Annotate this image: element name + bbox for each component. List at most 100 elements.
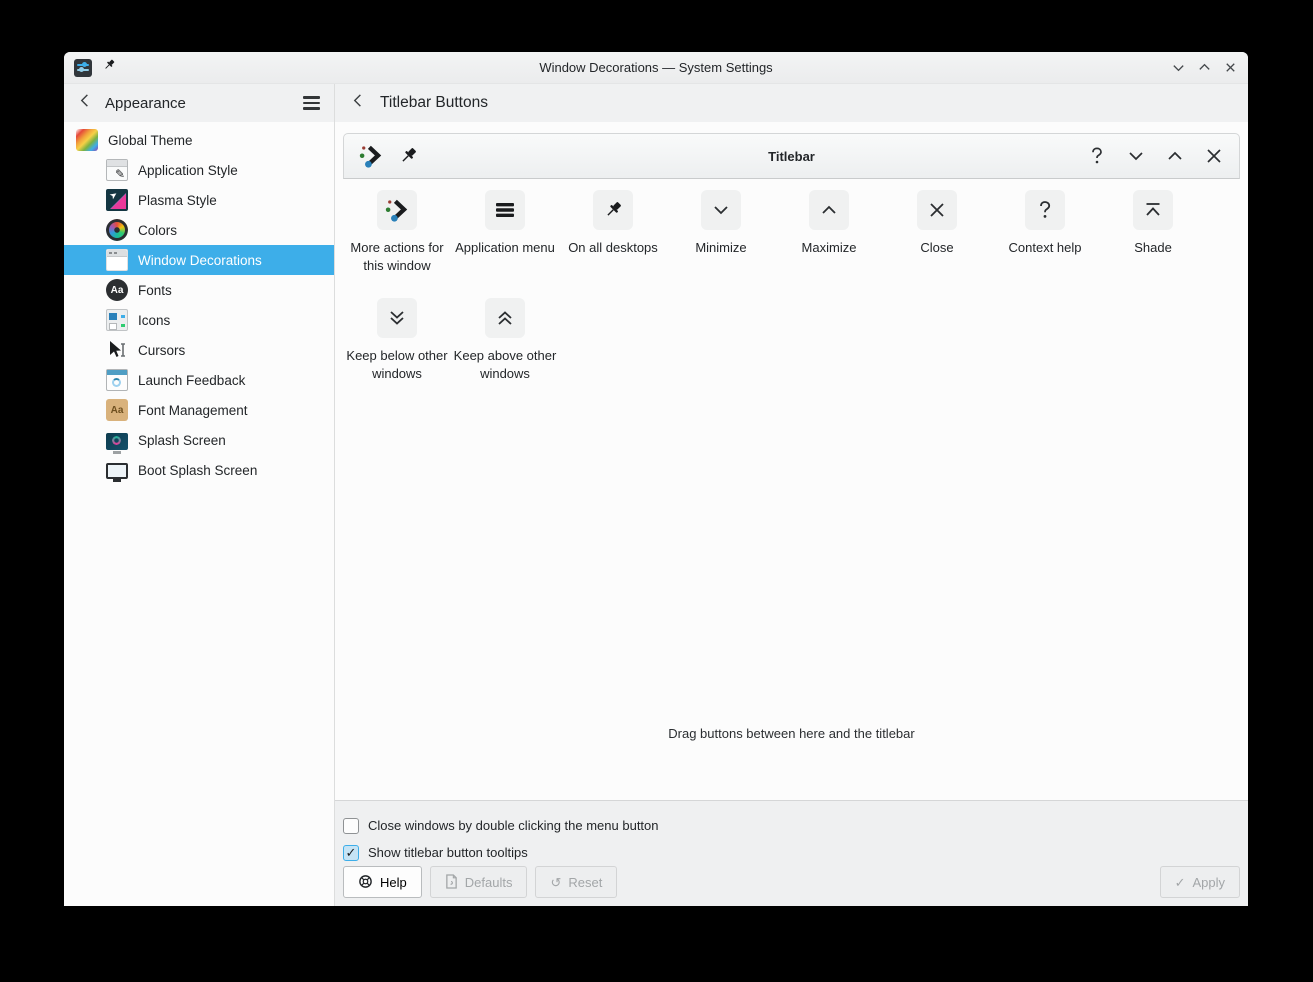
checkbox-unchecked[interactable]: [343, 818, 359, 834]
window-decorations-icon: [106, 249, 128, 271]
sidebar-item-label: Plasma Style: [138, 193, 217, 208]
apply-button[interactable]: ✓ Apply: [1160, 866, 1240, 898]
close-button[interactable]: [1223, 60, 1238, 75]
sidebar-item-label: Colors: [138, 223, 177, 238]
sidebar-item-label: Boot Splash Screen: [138, 463, 257, 478]
drag-button-label: Shade: [1134, 239, 1172, 257]
preview-titlebar[interactable]: Titlebar: [343, 133, 1240, 179]
back-chevron-icon[interactable]: [351, 93, 366, 113]
maximize-icon[interactable]: [1164, 145, 1186, 167]
option-label: Show titlebar button tooltips: [368, 845, 528, 860]
application-menu-icon: [485, 190, 525, 230]
sidebar-item-font-management[interactable]: Aa Font Management: [64, 395, 334, 425]
drag-button-minimize[interactable]: Minimize: [667, 190, 775, 298]
drag-button-label: On all desktops: [568, 239, 658, 257]
drag-button-label: Close: [920, 239, 953, 257]
page-header: Titlebar Buttons: [335, 84, 1248, 122]
minimize-button[interactable]: [1171, 60, 1186, 75]
back-chevron-icon[interactable]: [78, 93, 93, 113]
drag-button-label: Context help: [1009, 239, 1082, 257]
drag-button-on-all-desktops[interactable]: On all desktops: [559, 190, 667, 298]
drag-button-maximize[interactable]: Maximize: [775, 190, 883, 298]
drag-hint-text: Drag buttons between here and the titleb…: [335, 726, 1248, 741]
double-chevron-down-icon: [377, 298, 417, 338]
drag-button-shade[interactable]: Shade: [1099, 190, 1207, 298]
sidebar-item-global-theme[interactable]: Global Theme: [64, 125, 334, 155]
header-row: Appearance Titlebar Buttons: [64, 83, 1248, 122]
sidebar-header: Appearance: [64, 84, 335, 122]
options-panel: Close windows by double clicking the men…: [335, 800, 1248, 906]
close-icon: [917, 190, 957, 230]
sidebar-item-application-style[interactable]: Application Style: [64, 155, 334, 185]
page-title: Titlebar Buttons: [380, 94, 488, 112]
sidebar-item-label: Font Management: [138, 403, 248, 418]
sidebar-item-launch-feedback[interactable]: Launch Feedback: [64, 365, 334, 395]
document-revert-icon: [445, 874, 458, 891]
drag-button-context-help[interactable]: Context help: [991, 190, 1099, 298]
sidebar-item-window-decorations[interactable]: Window Decorations: [64, 245, 334, 275]
sidebar-item-cursors[interactable]: Cursors: [64, 335, 334, 365]
checkbox-checked[interactable]: ✓: [343, 845, 359, 861]
drag-button-application-menu[interactable]: Application menu: [451, 190, 559, 298]
font-management-icon: Aa: [106, 399, 128, 421]
fonts-icon: Aa: [106, 279, 128, 301]
close-icon[interactable]: [1203, 145, 1225, 167]
checkmark-icon: ✓: [1175, 876, 1186, 889]
maximize-button[interactable]: [1197, 60, 1212, 75]
sidebar-item-fonts[interactable]: Aa Fonts: [64, 275, 334, 305]
launch-feedback-icon: [106, 369, 128, 391]
global-theme-icon: [76, 129, 98, 151]
sidebar-item-label: Global Theme: [108, 133, 193, 148]
window-title: Window Decorations — System Settings: [64, 60, 1248, 75]
shade-icon: [1133, 190, 1173, 230]
help-button[interactable]: Help: [343, 866, 422, 898]
drag-button-label: More actions for this window: [345, 239, 449, 275]
drag-button-label: Minimize: [695, 239, 746, 257]
icons-icon: [106, 309, 128, 331]
reset-button-label: Reset: [568, 875, 602, 890]
window-titlebar[interactable]: Window Decorations — System Settings: [64, 52, 1248, 83]
drag-button-label: Application menu: [455, 239, 555, 257]
chevron-down-icon: [701, 190, 741, 230]
drag-button-label: Keep above other windows: [453, 347, 557, 383]
question-icon: [1025, 190, 1065, 230]
sidebar-item-splash-screen[interactable]: Splash Screen: [64, 425, 334, 455]
drag-button-label: Keep below other windows: [345, 347, 449, 383]
sidebar-item-label: Launch Feedback: [138, 373, 245, 388]
undo-icon: ↺: [550, 876, 561, 889]
lifebuoy-icon: [358, 874, 373, 891]
apply-button-label: Apply: [1192, 875, 1225, 890]
pin-icon: [593, 190, 633, 230]
sidebar-item-plasma-style[interactable]: Plasma Style: [64, 185, 334, 215]
sidebar-item-icons[interactable]: Icons: [64, 305, 334, 335]
option-label: Close windows by double clicking the men…: [368, 818, 659, 833]
hamburger-icon[interactable]: [303, 96, 320, 109]
plasma-style-icon: [106, 189, 128, 211]
drag-button-keep-above[interactable]: Keep above other windows: [451, 298, 559, 406]
option-show-tooltips[interactable]: ✓ Show titlebar button tooltips: [343, 839, 1240, 866]
sidebar-item-label: Application Style: [138, 163, 238, 178]
sidebar: Global Theme Application Style Plasma St…: [64, 122, 335, 906]
sidebar-item-boot-splash-screen[interactable]: Boot Splash Screen: [64, 455, 334, 485]
minimize-icon[interactable]: [1125, 145, 1147, 167]
drag-button-keep-below[interactable]: Keep below other windows: [343, 298, 451, 406]
sidebar-item-colors[interactable]: Colors: [64, 215, 334, 245]
drag-button-close[interactable]: Close: [883, 190, 991, 298]
footer-buttons: Help Defaults ↺ Reset ✓ Apply: [343, 866, 1240, 898]
sidebar-item-label: Icons: [138, 313, 170, 328]
main-content: Titlebar: [335, 122, 1248, 906]
option-close-double-click[interactable]: Close windows by double clicking the men…: [343, 812, 1240, 839]
reset-button[interactable]: ↺ Reset: [535, 866, 617, 898]
chevron-up-icon: [809, 190, 849, 230]
sidebar-title: Appearance: [105, 95, 186, 112]
context-help-icon[interactable]: [1086, 145, 1108, 167]
defaults-button[interactable]: Defaults: [430, 866, 528, 898]
double-chevron-up-icon: [485, 298, 525, 338]
sidebar-item-label: Splash Screen: [138, 433, 226, 448]
more-actions-icon: [377, 190, 417, 230]
boot-splash-screen-icon: [106, 463, 128, 479]
sidebar-item-label: Cursors: [138, 343, 185, 358]
sidebar-item-label: Window Decorations: [138, 253, 262, 268]
splash-screen-icon: [106, 433, 128, 450]
drag-button-more-actions[interactable]: More actions for this window: [343, 190, 451, 298]
